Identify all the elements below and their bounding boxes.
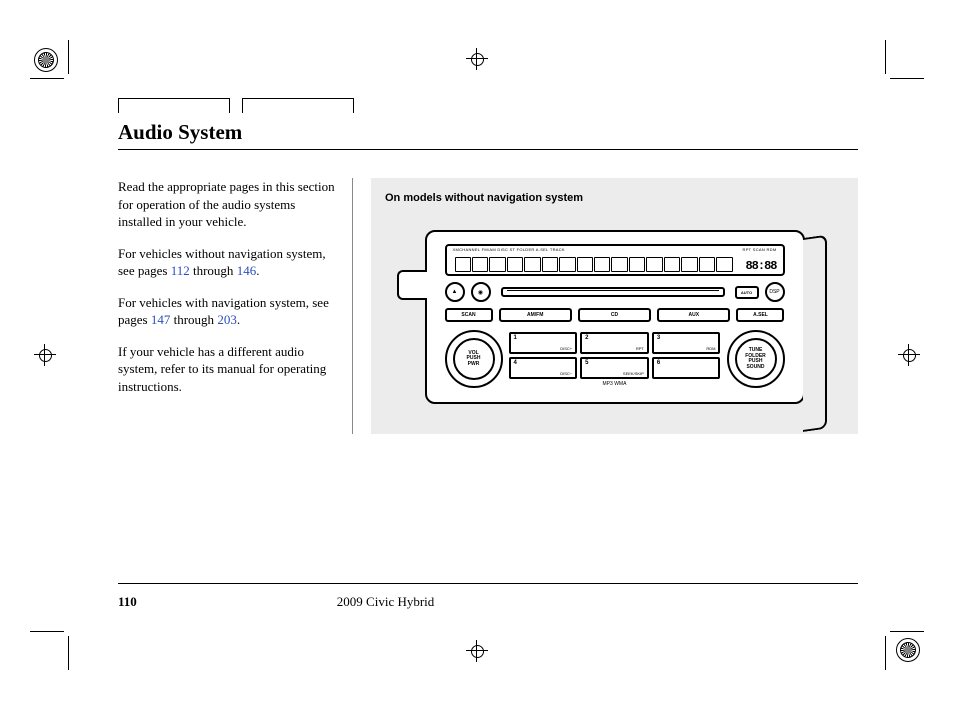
page-footer: 110 2009 Civic Hybrid — [118, 583, 858, 610]
header-tab — [118, 98, 230, 113]
tune-knob: TUNE FOLDER PUSH SOUND — [727, 330, 785, 388]
preset-row: VOL PUSH PWR 1DISC+ 2RPT 3RDM 4DISC− 5SE… — [445, 330, 785, 388]
crop-mark — [68, 636, 69, 670]
page-number: 110 — [118, 594, 137, 610]
aux-button: AUX — [657, 308, 730, 322]
scan-button: SCAN — [445, 308, 493, 322]
asel-button: A.SEL — [736, 308, 784, 322]
manual-page: Audio System Read the appropriate pages … — [0, 0, 954, 710]
cd-icon: ◉ — [471, 282, 491, 302]
mp3-wma-label: MP3 WMA — [509, 381, 721, 387]
page-link[interactable]: 112 — [171, 263, 190, 278]
preset-button-4: 4DISC− — [509, 357, 578, 379]
crop-mark — [30, 631, 64, 632]
cd-button: CD — [578, 308, 651, 322]
page-title: Audio System — [118, 120, 858, 145]
figure-caption: On models without navigation system — [385, 192, 846, 204]
crop-mark — [890, 78, 924, 79]
page-link[interactable]: 203 — [217, 312, 237, 327]
preset-button-1: 1DISC+ — [509, 332, 578, 354]
title-rule — [118, 149, 858, 150]
crop-mark — [890, 631, 924, 632]
crosshair-icon — [466, 640, 488, 662]
radio-bezel: XMCHANNEL FM/AM DISC ST FOLDER A.SEL TRA… — [425, 230, 805, 404]
header-tab — [242, 98, 354, 113]
registration-mark-icon — [896, 638, 920, 662]
page-link[interactable]: 147 — [151, 312, 171, 327]
preset-button-2: 2RPT — [580, 332, 649, 354]
column-divider — [352, 178, 353, 434]
preset-button-5: 5SEEK/SKIP — [580, 357, 649, 379]
preset-button-3: 3RDM — [652, 332, 721, 354]
display-segments — [455, 257, 733, 272]
header-tabs — [118, 98, 858, 114]
crop-mark — [885, 636, 886, 670]
page-link[interactable]: 146 — [237, 263, 257, 278]
crosshair-icon — [466, 48, 488, 70]
eject-icon: ▲ — [452, 289, 458, 295]
crop-mark — [30, 78, 64, 79]
auto-button: AUTO — [735, 286, 759, 299]
crop-mark — [885, 40, 886, 74]
crop-mark — [68, 40, 69, 74]
no-nav-paragraph: For vehicles without navigation system, … — [118, 245, 338, 280]
text-column: Read the appropriate pages in this secti… — [118, 178, 338, 434]
other-system-paragraph: If your vehicle has a different audio sy… — [118, 343, 338, 396]
preset-button-6: 6 — [652, 357, 721, 379]
display-indicators: XMCHANNEL FM/AM DISC ST FOLDER A.SEL TRA… — [453, 247, 777, 252]
content-area: Audio System Read the appropriate pages … — [118, 98, 858, 434]
figure-panel: On models without navigation system XMCH… — [371, 178, 858, 434]
registration-mark-icon — [34, 48, 58, 72]
dsp-button: DSP — [765, 282, 785, 302]
cd-slot — [501, 287, 725, 297]
radio-illustration: XMCHANNEL FM/AM DISC ST FOLDER A.SEL TRA… — [383, 230, 846, 404]
amfm-button: AM/FM — [499, 308, 572, 322]
eject-button: ▲ — [445, 282, 465, 302]
crosshair-icon — [898, 344, 920, 366]
with-nav-paragraph: For vehicles with navigation system, see… — [118, 294, 338, 329]
body-columns: Read the appropriate pages in this secti… — [118, 178, 858, 434]
cd-slot-row: ▲ ◉ AUTO DSP — [445, 282, 785, 302]
crosshair-icon — [34, 344, 56, 366]
intro-paragraph: Read the appropriate pages in this secti… — [118, 178, 338, 231]
model-year-label: 2009 Civic Hybrid — [337, 594, 435, 610]
volume-knob: VOL PUSH PWR — [445, 330, 503, 388]
display-clock: 88:88 — [745, 259, 776, 273]
preset-grid: 1DISC+ 2RPT 3RDM 4DISC− 5SEEK/SKIP 6 — [509, 332, 721, 379]
mode-button-row: SCAN AM/FM CD AUX A.SEL — [445, 308, 785, 322]
radio-display: XMCHANNEL FM/AM DISC ST FOLDER A.SEL TRA… — [445, 244, 785, 276]
